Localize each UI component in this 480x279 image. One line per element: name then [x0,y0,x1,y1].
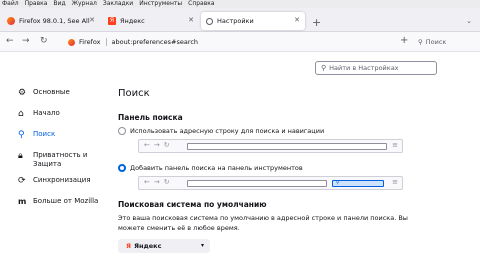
sidebar-item-privacy[interactable]: 🔒︎ Приватность и Защита [18,151,128,176]
sidebar-item-search[interactable]: ⚲ Поиск [18,130,128,151]
url-bar-preview [187,180,327,187]
url-bar-preview [187,143,387,150]
nav-buttons-preview: ←→↻ [144,178,174,186]
search-bar[interactable]: ⚲ Поиск [418,36,480,48]
menu-file[interactable]: Файл [2,0,19,8]
divider [105,38,107,46]
find-placeholder: Найти в Настройках [329,64,399,72]
menu-icon: ≡ [392,178,398,186]
menu-history[interactable]: Журнал [72,0,97,8]
sidebar-item-sync[interactable]: ⟳ Синхронизация [18,176,128,197]
search-icon: ⚲ [18,130,25,140]
toolbar-preview-address-bar: ←→↻ ≡ [138,139,403,153]
radio-label: Использовать адресную строку для поиска … [130,127,325,135]
firefox-icon [7,17,15,25]
close-icon[interactable]: ✕ [89,16,95,24]
reload-button[interactable]: ↻ [40,36,48,46]
chevron-down-icon: ▾ [200,242,204,249]
tab-yandex[interactable]: Я Яндекс ✕ [103,12,199,30]
sidebar-item-mozilla[interactable]: m Больше от Mozilla [18,197,128,218]
sidebar-item-general[interactable]: ⚙ Основные [18,88,128,109]
search-placeholder: Поиск [425,38,447,46]
tab-settings[interactable]: Настройки ✕ [201,12,305,30]
search-icon: ⚲ [418,38,423,46]
new-tab-button[interactable]: + [312,16,321,29]
gear-icon: ⚙ [18,88,27,98]
search-icon: ⚲ [321,64,327,72]
menu-bookmarks[interactable]: Закладки [103,0,133,8]
sidebar-item-label: Начало [33,109,60,117]
chevron-down-icon[interactable]: ⌄ [466,17,472,25]
lock-icon: 🔒︎ [18,151,23,161]
firefox-icon [68,38,75,46]
nav-buttons-preview: ←→↻ [144,141,174,149]
tab-label: Яндекс [120,17,145,25]
sidebar-item-label: Основные [33,88,70,96]
sidebar-item-label: Приватность и Защита [33,151,88,168]
menu-edit[interactable]: Правка [25,0,48,8]
find-in-settings-input[interactable]: ⚲ Найти в Настройках [315,61,437,75]
tab-label: Firefox 98.0.1, See All New Feat [19,17,91,25]
search-bar-preview: ⚲ [332,180,384,187]
menu-tools[interactable]: Инструменты [139,0,182,8]
menu-help[interactable]: Справка [188,0,214,8]
menu-view[interactable]: Вид [53,0,65,8]
preferences-page: ⚲ Найти в Настройках ⚙ Основные ⌂ Начало… [0,52,480,279]
radio-use-address-bar[interactable]: Использовать адресную строку для поиска … [118,126,448,136]
tab-bar: Firefox 98.0.1, See All New Feat ✕ Я Янд… [0,8,480,32]
default-engine-heading: Поисковая система по умолчанию [118,200,267,209]
search-settings: Поиск Панель поиска Использовать адресну… [118,88,448,253]
radio-button[interactable] [118,127,126,135]
page-title: Поиск [118,88,150,99]
sidebar-item-label: Больше от Mozilla [33,197,99,205]
engine-name: Яндекс [134,242,162,250]
radio-label: Добавить панель поиска на панель инструм… [130,164,303,172]
url-text[interactable]: about:preferences#search [112,38,199,46]
url-bar[interactable]: Firefox about:preferences#search [68,35,400,49]
yandex-icon: Я [108,17,116,25]
default-engine-dropdown[interactable]: Я Яндекс ▾ [118,239,210,253]
sync-icon: ⟳ [18,176,26,186]
add-button[interactable]: + [400,36,408,46]
menu-bar: Файл Правка Вид Журнал Закладки Инструме… [0,0,480,8]
close-icon[interactable]: ✕ [294,16,300,24]
tab-label: Настройки [217,17,254,25]
search-panel-heading: Панель поиска [118,113,183,122]
sidebar-item-label: Синхронизация [33,176,91,184]
navigation-toolbar: ← → ↻ Firefox about:preferences#search +… [0,32,480,52]
sidebar: ⚙ Основные ⌂ Начало ⚲ Поиск 🔒︎ Приватнос… [18,88,128,218]
default-engine-description: Это ваша поисковая система по умолчанию … [118,214,408,232]
home-icon: ⌂ [18,109,24,119]
menu-icon: ≡ [392,141,398,149]
radio-add-search-bar[interactable]: Добавить панель поиска на панель инструм… [118,163,448,173]
yandex-icon: Я [126,242,132,250]
forward-button[interactable]: → [22,36,30,46]
mozilla-icon: m [18,197,27,206]
tab-firefox-features[interactable]: Firefox 98.0.1, See All New Feat ✕ [2,12,100,30]
toolbar-preview-search-bar: ←→↻ ⚲ ≡ [138,176,403,190]
gear-icon [206,17,213,25]
sidebar-item-home[interactable]: ⌂ Начало [18,109,128,130]
back-button[interactable]: ← [6,36,14,46]
radio-button[interactable] [118,164,126,172]
url-identity-label: Firefox [79,38,101,46]
close-icon[interactable]: ✕ [188,16,194,24]
sidebar-item-label: Поиск [33,130,56,138]
